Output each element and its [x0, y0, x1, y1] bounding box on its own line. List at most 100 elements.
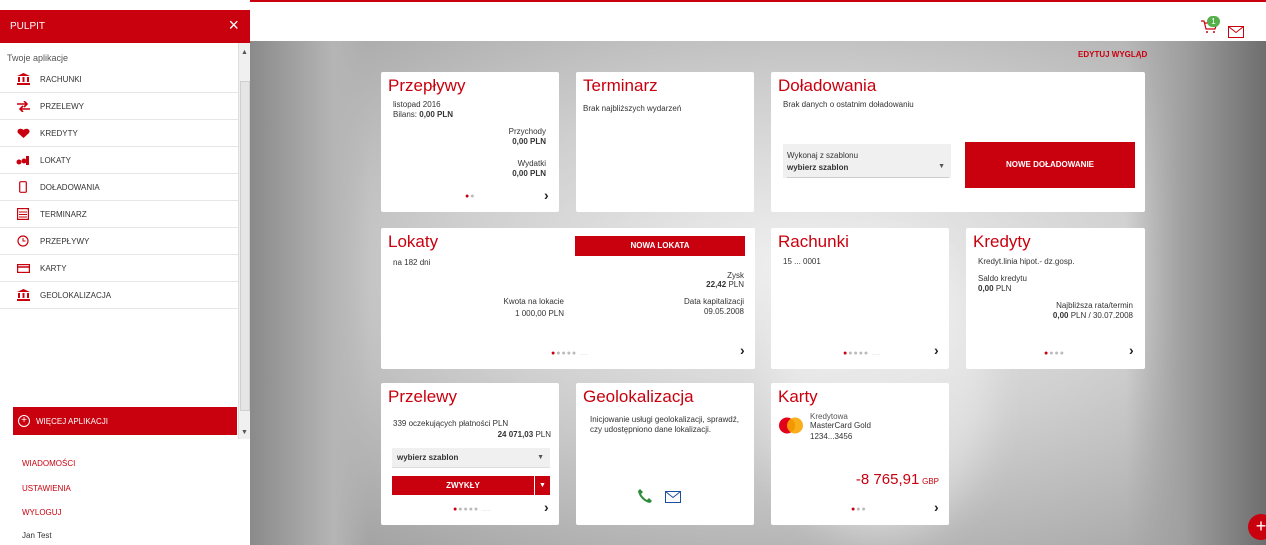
capitalization-label: Data kapitalizacji	[683, 297, 744, 306]
tile-geolokalizacja[interactable]: Geolokalizacja Inicjowanie usługi geolok…	[576, 383, 754, 525]
user-name: Jan Test	[22, 531, 52, 540]
sidebar-item-doladowania[interactable]: DOŁADOWANIA	[0, 174, 238, 201]
tile-title: Geolokalizacja	[583, 387, 694, 406]
bank-icon	[15, 288, 31, 302]
pager-dots[interactable]: ●●●●● ...	[453, 506, 491, 513]
pager-dots[interactable]: ●●●●● ...	[843, 350, 881, 357]
tile-rachunki[interactable]: Rachunki 15 ... 0001 ●●●●● ... ›	[771, 228, 949, 369]
tile-terminarz[interactable]: Terminarz Brak najbliższych wydarzeń	[576, 72, 754, 212]
sidebar-item-label: PRZEPŁYWY	[40, 236, 90, 246]
template-select[interactable]: wybierz szablon ▼	[787, 163, 949, 178]
settings-link[interactable]: USTAWIENIA	[22, 484, 71, 493]
mastercard-logo	[779, 417, 803, 434]
sidebar-item-karty[interactable]: KARTY	[0, 255, 238, 282]
pager-dots[interactable]: ●●	[465, 193, 475, 200]
sidebar: PULPIT × Twoje aplikacje RACHUNKI PRZELE…	[0, 0, 250, 545]
tile-title: Rachunki	[778, 232, 849, 251]
transfer-arrows-icon	[15, 99, 31, 113]
transfer-type-dropdown[interactable]: ▼	[535, 476, 550, 495]
chevron-right-icon[interactable]: ›	[1129, 342, 1134, 358]
more-apps-label: WIĘCEJ APLIKACJI	[36, 416, 109, 426]
scroll-down-icon[interactable]: ▼	[241, 429, 248, 436]
sidebar-item-geolokalizacja[interactable]: GEOLOKALIZACJA	[0, 282, 238, 309]
geolocation-info: Inicjowanie usługi geolokalizacji, spraw…	[590, 415, 739, 434]
new-topup-button[interactable]: NOWE DOŁADOWANIE	[965, 142, 1135, 188]
scroll-up-icon[interactable]: ▲	[241, 49, 248, 56]
tile-title: Karty	[778, 387, 818, 406]
close-icon[interactable]: ×	[228, 16, 239, 34]
pending-payments: 339 oczekujących płatności PLN	[393, 419, 509, 428]
chevron-right-icon[interactable]: ›	[544, 187, 549, 203]
tile-title: Terminarz	[583, 76, 658, 95]
pager-dots[interactable]: ●●●	[851, 506, 867, 513]
account-number: 15 ... 0001	[783, 257, 821, 266]
profit-row: 22,42 PLN	[706, 280, 744, 289]
sidebar-header: PULPIT ×	[0, 10, 250, 43]
capitalization-date: 09.05.2008	[703, 307, 744, 316]
tile-przelewy[interactable]: Przelewy 339 oczekujących płatności PLN …	[381, 383, 559, 525]
balance-value: 0,00 PLN	[419, 110, 454, 119]
profit-label: Zysk	[727, 271, 744, 280]
sidebar-item-label: LOKATY	[40, 155, 71, 165]
pending-currency: PLN	[535, 430, 551, 439]
chevron-right-icon[interactable]: ›	[740, 342, 745, 358]
amount-row: 1 000,00 PLN	[515, 309, 564, 318]
scroll-thumb[interactable]	[240, 81, 250, 411]
profit-currency: PLN	[728, 280, 744, 289]
chevron-right-icon[interactable]: ›	[934, 342, 939, 358]
edit-layout-link[interactable]: EDYTUJ WYGLĄD	[1078, 50, 1147, 59]
tile-title: Kredyty	[973, 232, 1031, 251]
chevron-down-icon: ▼	[539, 482, 546, 489]
sidebar-item-przeplywy[interactable]: PRZEPŁYWY	[0, 228, 238, 255]
tile-lokaty[interactable]: Lokaty na 182 dni NOWA LOKATA Zysk 22,42…	[381, 228, 755, 369]
sidebar-subtitle: Twoje aplikacje	[7, 53, 69, 63]
saldo-row: 0,00 PLN	[978, 284, 1011, 293]
saldo-value: 0,00	[978, 284, 994, 293]
card-icon	[15, 261, 31, 275]
new-deposit-button[interactable]: NOWA LOKATA	[575, 236, 745, 256]
plus-circle-icon: +	[18, 415, 30, 427]
chevron-right-icon[interactable]: ›	[544, 499, 549, 515]
card-name: MasterCard Gold	[810, 421, 871, 430]
pager-dots[interactable]: ●●●●	[1044, 350, 1065, 357]
logout-link[interactable]: WYLOGUJ	[22, 508, 62, 517]
pending-amount-row: 24 071,03 PLN	[498, 430, 551, 439]
amount-currency: PLN	[548, 309, 564, 318]
sidebar-item-rachunki[interactable]: RACHUNKI	[0, 66, 238, 93]
sidebar-item-kredyty[interactable]: KREDYTY	[0, 120, 238, 147]
chevron-down-icon: ▼	[938, 163, 945, 170]
sidebar-item-przelewy[interactable]: PRZELEWY	[0, 93, 238, 120]
sidebar-item-label: KREDYTY	[40, 128, 78, 138]
income-value: 0,00 PLN	[512, 137, 546, 146]
sidebar-item-label: KARTY	[40, 263, 67, 273]
tile-doladowania[interactable]: Doładowania Brak danych o ostatnim doład…	[771, 72, 1145, 212]
expense-label: Wydatki	[517, 159, 546, 168]
pager-dots[interactable]: ●●●●● ...	[551, 350, 589, 357]
tile-przeplywy[interactable]: Przepływy listopad 2016 Bilans: 0,00 PLN…	[381, 72, 559, 212]
sidebar-item-terminarz[interactable]: TERMINARZ	[0, 201, 238, 228]
template-label: Wykonaj z szablonu	[787, 151, 859, 160]
phone-call-icon[interactable]	[637, 488, 653, 504]
more-apps-button[interactable]: + WIĘCEJ APLIKACJI	[13, 407, 237, 435]
regular-transfer-button[interactable]: ZWYKŁY	[392, 476, 534, 495]
chevron-right-icon[interactable]: ›	[934, 499, 939, 515]
template-select[interactable]: wybierz szablon ▼	[392, 448, 550, 468]
next-rate-row: 0,00 PLN / 30.07.2008	[1053, 311, 1133, 320]
messages-link[interactable]: WIADOMOŚCI	[22, 459, 75, 468]
sidebar-scrollbar[interactable]: ▲ ▼	[238, 43, 250, 439]
mail-icon[interactable]	[665, 491, 681, 503]
sidebar-item-label: TERMINARZ	[40, 209, 87, 219]
cart-count-badge: 1	[1207, 16, 1220, 27]
period-label: listopad 2016	[393, 100, 441, 109]
sidebar-app-list: Twoje aplikacje RACHUNKI PRZELEWY KREDYT…	[0, 43, 238, 439]
tile-kredyty[interactable]: Kredyty Kredyt.linia hipot.- dz.gosp. Sa…	[966, 228, 1145, 369]
mail-icon[interactable]	[1228, 26, 1244, 38]
card-number: 1234...3456	[810, 432, 853, 441]
sidebar-item-label: PRZELEWY	[40, 101, 85, 111]
calendar-icon	[15, 207, 31, 221]
profit-value: 22,42	[706, 280, 727, 289]
sidebar-item-lokaty[interactable]: LOKATY	[0, 147, 238, 174]
tile-karty[interactable]: Karty Kredytowa MasterCard Gold 1234...3…	[771, 383, 949, 525]
income-label: Przychody	[508, 127, 546, 136]
phone-icon	[15, 180, 31, 194]
